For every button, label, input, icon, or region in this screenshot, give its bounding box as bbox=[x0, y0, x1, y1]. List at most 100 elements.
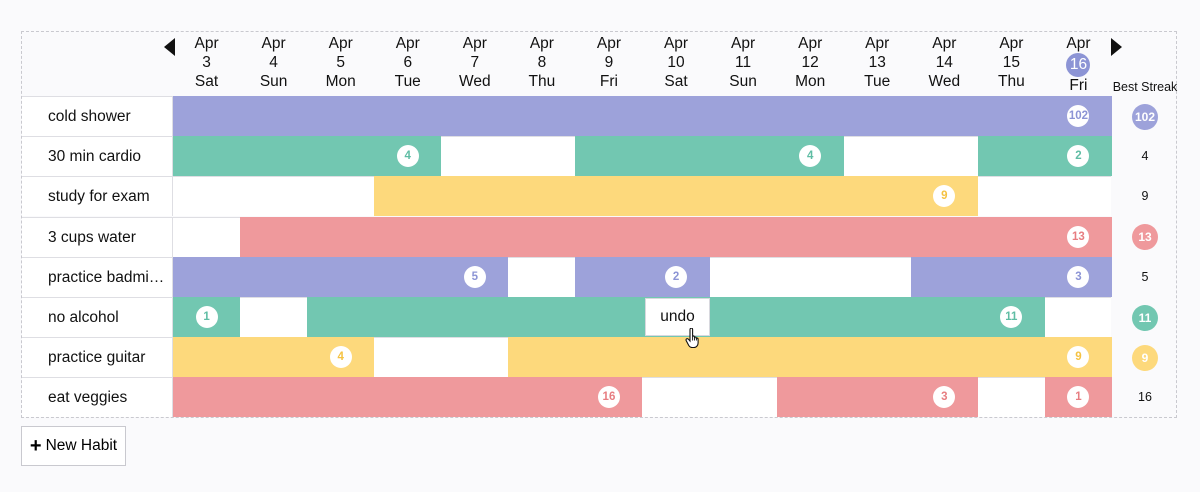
day-header-number: 12 bbox=[801, 54, 819, 71]
best-streak-cell: 16 bbox=[1111, 377, 1179, 417]
day-header-number: 4 bbox=[269, 54, 278, 71]
day-header-number: 3 bbox=[202, 54, 211, 71]
day-header-weekday: Mon bbox=[795, 73, 826, 90]
day-header-7: Apr 7 Wed bbox=[441, 35, 508, 91]
day-header-9: Apr 9 Fri bbox=[575, 35, 642, 91]
day-header-number: 8 bbox=[537, 54, 547, 71]
best-streak-cell: 4 bbox=[1111, 136, 1179, 176]
day-header-number: 9 bbox=[604, 54, 614, 71]
day-header-5: Apr 5 Mon bbox=[307, 35, 374, 91]
day-header-number: 10 bbox=[667, 54, 685, 71]
day-header-number: 5 bbox=[336, 54, 345, 71]
best-streak-cell: 9 bbox=[1111, 337, 1179, 377]
streak-segment[interactable] bbox=[240, 216, 1112, 257]
day-header-weekday: Tue bbox=[394, 73, 421, 90]
hand-pointer-icon bbox=[685, 328, 699, 348]
day-header-11: Apr 11 Sun bbox=[710, 35, 777, 91]
streak-segment[interactable] bbox=[173, 256, 509, 297]
habit-name[interactable]: eat veggies bbox=[22, 377, 173, 418]
day-header-12: Apr 12 Mon bbox=[777, 35, 844, 91]
best-streak-cell: 11 bbox=[1111, 297, 1179, 337]
streak-segment[interactable] bbox=[575, 256, 710, 297]
day-header-month: Apr bbox=[798, 35, 823, 52]
day-header-weekday: Fri bbox=[1069, 77, 1088, 94]
day-header-16: Apr 16 Fri bbox=[1045, 35, 1112, 95]
habit-name[interactable]: 3 cups water bbox=[22, 216, 173, 257]
streak-segment[interactable] bbox=[374, 176, 978, 217]
day-header-4: Apr 4 Sun bbox=[240, 35, 307, 91]
day-header-month: Apr bbox=[865, 35, 890, 52]
habit-name[interactable]: cold shower bbox=[22, 96, 173, 136]
day-header-number: 7 bbox=[470, 54, 480, 71]
streak-segment[interactable] bbox=[508, 337, 1112, 378]
day-header-weekday: Sat bbox=[194, 73, 219, 90]
day-header-month: Apr bbox=[529, 35, 554, 52]
day-header-month: Apr bbox=[194, 35, 219, 52]
day-header-weekday: Fri bbox=[599, 73, 618, 90]
day-header-month: Apr bbox=[731, 35, 756, 52]
best-streak-value: 16 bbox=[1138, 390, 1152, 405]
streak-count-badge: 13 bbox=[1067, 225, 1090, 248]
day-header-weekday: Sat bbox=[664, 73, 688, 90]
day-header-month: Apr bbox=[999, 35, 1024, 52]
day-header-weekday: Thu bbox=[528, 73, 556, 90]
day-header-month: Apr bbox=[395, 35, 420, 52]
day-header-number: 13 bbox=[868, 54, 886, 71]
day-header-14: Apr 14 Wed bbox=[911, 35, 978, 91]
day-header-weekday: Sun bbox=[729, 73, 757, 90]
day-header-6: Apr 6 Tue bbox=[374, 35, 441, 91]
day-header-10: Apr 10 Sat bbox=[642, 35, 709, 91]
day-header-15: Apr 15 Thu bbox=[978, 35, 1045, 91]
day-header-month: Apr bbox=[932, 35, 957, 52]
day-header-month: Apr bbox=[663, 35, 689, 52]
day-header-month: Apr bbox=[1066, 35, 1091, 52]
day-header-weekday: Tue bbox=[864, 73, 891, 90]
day-header-month: Apr bbox=[261, 35, 286, 52]
new-habit-button[interactable]: + New Habit bbox=[21, 426, 126, 466]
day-header-13: Apr 13 Tue bbox=[844, 35, 911, 91]
streak-segment[interactable] bbox=[977, 136, 1112, 177]
day-header-month: Apr bbox=[328, 35, 353, 52]
best-streak-value: 9 bbox=[1141, 189, 1149, 204]
best-streak-value: 5 bbox=[1141, 269, 1149, 284]
day-header-weekday: Mon bbox=[325, 73, 356, 90]
day-header-month: Apr bbox=[462, 35, 487, 52]
day-header-number: 14 bbox=[935, 54, 953, 71]
streak-count-badge: 4 bbox=[396, 145, 419, 168]
day-header-3: Apr 3 Sat bbox=[173, 35, 240, 91]
streak-count-badge: 1 bbox=[195, 306, 218, 328]
best-streak-value: 11 bbox=[1132, 304, 1158, 331]
streak-count-badge: 2 bbox=[665, 265, 688, 288]
best-streak-cell: 9 bbox=[1111, 176, 1179, 216]
plus-icon: + bbox=[29, 435, 42, 457]
best-streak-value: 13 bbox=[1132, 224, 1158, 251]
best-streak-cell: 5 bbox=[1111, 257, 1179, 297]
habit-name[interactable]: practice guitar bbox=[22, 337, 173, 378]
habit-name[interactable]: study for exam bbox=[22, 176, 173, 217]
day-header-weekday: Wed bbox=[459, 73, 491, 90]
streak-count-badge: 4 bbox=[329, 346, 352, 369]
best-streak-value: 4 bbox=[1141, 149, 1149, 164]
streak-count-badge: 5 bbox=[463, 265, 486, 288]
day-header-8: Apr 8 Thu bbox=[508, 35, 575, 91]
day-header-weekday: Sun bbox=[259, 73, 288, 90]
habit-name[interactable]: practice badminton bbox=[22, 256, 173, 297]
day-header-month: Apr bbox=[596, 35, 622, 52]
new-habit-label: New Habit bbox=[45, 437, 118, 454]
best-streak-value: 102 bbox=[1132, 103, 1158, 130]
nav-next-arrow-icon[interactable] bbox=[1111, 38, 1122, 56]
habit-name[interactable]: 30 min cardio bbox=[22, 136, 173, 177]
best-streak-cell: 102 bbox=[1111, 96, 1179, 136]
day-header-number: 15 bbox=[1002, 54, 1020, 71]
streak-segment[interactable] bbox=[173, 377, 643, 418]
best-streak-cell: 13 bbox=[1111, 217, 1179, 257]
day-header-weekday: Wed bbox=[928, 73, 961, 90]
best-streak-header: Best Streak bbox=[1112, 80, 1178, 94]
today-day-number: 16 bbox=[1066, 53, 1091, 77]
day-header-number: 6 bbox=[403, 54, 413, 71]
day-header-number: 11 bbox=[735, 54, 752, 71]
day-header-weekday: Thu bbox=[998, 73, 1025, 90]
habit-name[interactable]: no alcohol bbox=[22, 297, 173, 337]
streak-segment[interactable] bbox=[173, 96, 1112, 136]
best-streak-value: 9 bbox=[1132, 344, 1158, 371]
